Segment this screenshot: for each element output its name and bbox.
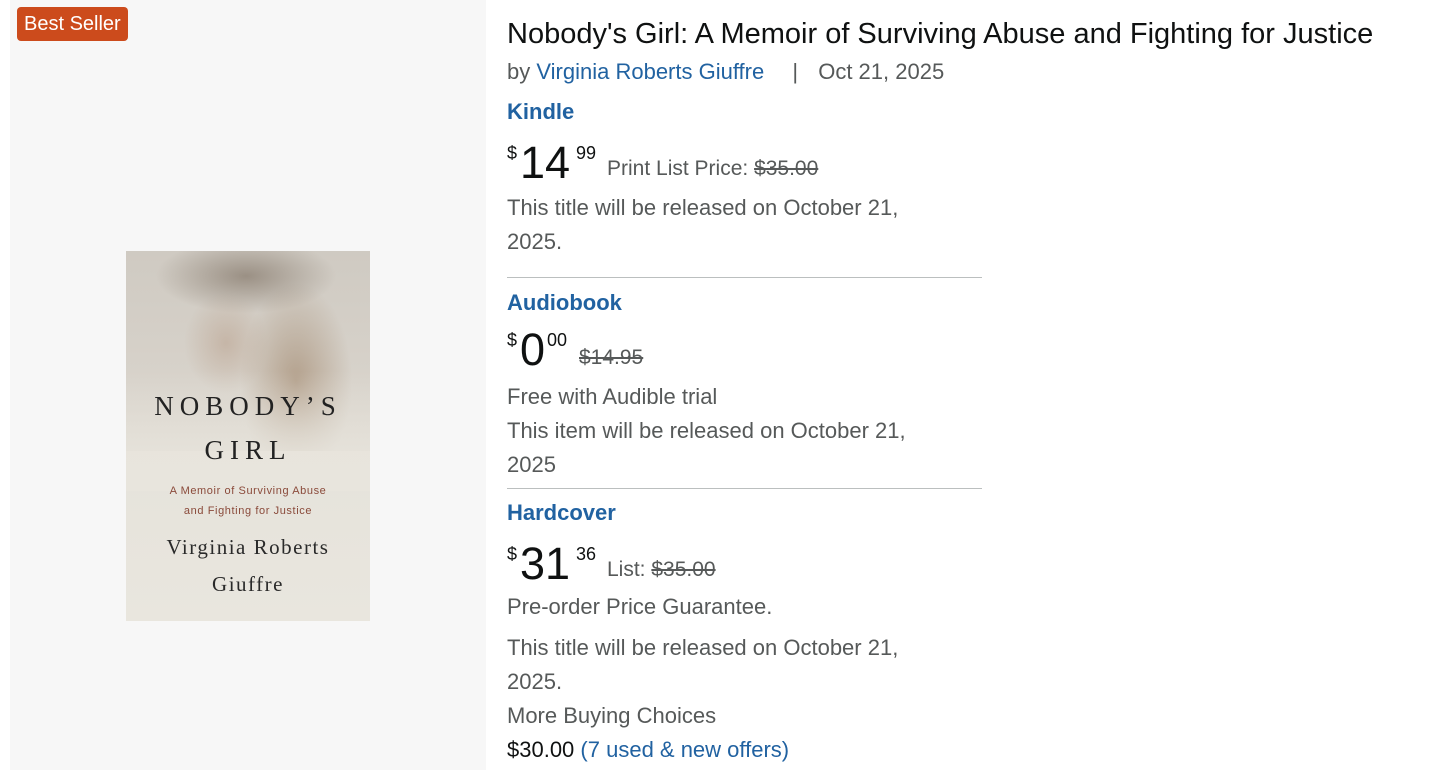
cover-title-line1: NOBODY’S	[154, 391, 342, 421]
divider	[507, 277, 982, 278]
format-kindle: Kindle $ 14 99 Print List Price: $35.00 …	[507, 97, 982, 259]
more-buying-choices: $30.00 (7 used & new offers)	[507, 733, 982, 767]
price-fraction: 00	[547, 330, 568, 350]
audiobook-release-note: This item will be released on October 21…	[507, 418, 906, 477]
hardcover-release-note: This title will be released on October 2…	[507, 635, 899, 694]
audible-trial-text: Free with Audible trial	[507, 384, 718, 409]
more-buying-choices-label: More Buying Choices	[507, 703, 717, 728]
used-new-price: $30.00	[507, 737, 575, 762]
format-hardcover: Hardcover $ 31 36 List: $35.00 Pre-order…	[507, 498, 982, 767]
cover-subtitle: A Memoir of Surviving Abuse and Fighting…	[169, 485, 327, 517]
hardcover-list-price: List: $35.00	[607, 558, 716, 581]
format-audiobook: Audiobook $ 0 00 $14.95 Free with Audibl…	[507, 288, 982, 482]
kindle-release-note: This title will be released on October 2…	[507, 195, 899, 254]
price-whole: 31	[520, 538, 571, 589]
cover-title-line2: GIRL	[204, 435, 292, 465]
kindle-list-price: Print List Price: $35.00	[607, 157, 819, 180]
used-new-offers-link[interactable]: (7 used & new offers)	[580, 737, 789, 762]
byline-separator: |	[792, 59, 799, 84]
price-fraction: 99	[576, 143, 597, 163]
cover-author: Virginia Roberts Giuffre	[166, 535, 330, 596]
audiobook-list-price: $14.95	[579, 346, 644, 369]
product-title[interactable]: Nobody's Girl: A Memoir of Surviving Abu…	[507, 16, 1452, 52]
author-link[interactable]: Virginia Roberts Giuffre	[536, 59, 764, 84]
format-link-audiobook[interactable]: Audiobook	[507, 288, 982, 318]
hardcover-price[interactable]: $ 31 36 List: $35.00	[507, 538, 982, 590]
price-whole: 14	[520, 137, 571, 188]
format-link-kindle[interactable]: Kindle	[507, 97, 982, 127]
by-label: by	[507, 59, 531, 84]
price-fraction: 36	[576, 544, 597, 564]
best-seller-badge[interactable]: Best Seller	[17, 7, 128, 41]
format-link-hardcover[interactable]: Hardcover	[507, 498, 982, 528]
publish-date: Oct 21, 2025	[818, 59, 945, 84]
price-whole: 0	[520, 324, 546, 375]
byline: by Virginia Roberts Giuffre | Oct 21, 20…	[507, 57, 944, 87]
divider	[507, 488, 982, 489]
book-cover-image[interactable]: NOBODY’S GIRL A Memoir of Surviving Abus…	[126, 251, 370, 621]
audiobook-price[interactable]: $ 0 00 $14.95	[507, 324, 982, 376]
price-guarantee-text: Pre-order Price Guarantee.	[507, 594, 773, 619]
kindle-price[interactable]: $ 14 99 Print List Price: $35.00	[507, 137, 982, 189]
